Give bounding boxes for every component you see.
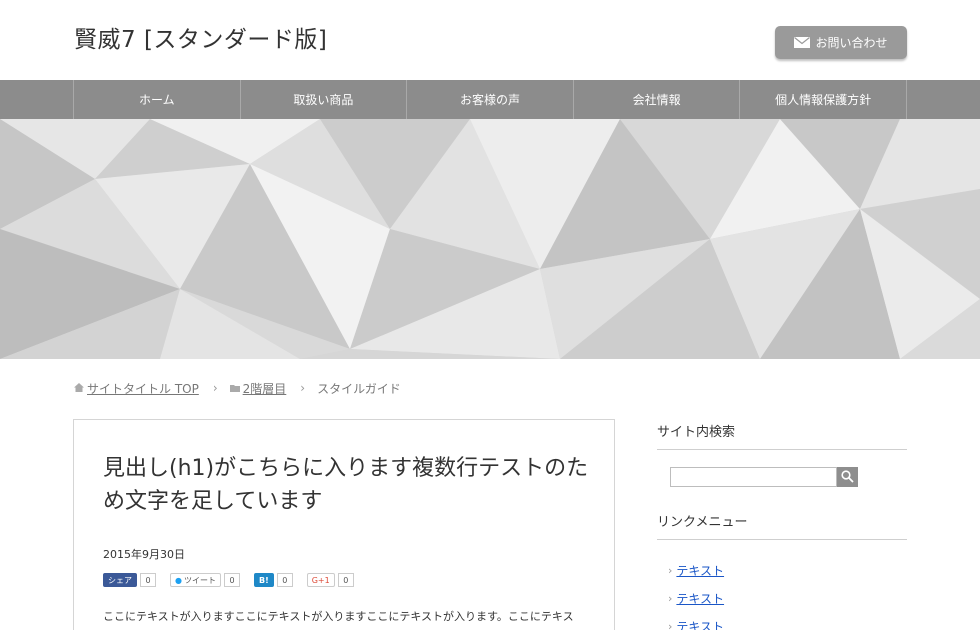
nav-item-label: お客様の声: [459, 93, 520, 107]
share-count: 0: [337, 573, 354, 587]
share-label: ツイート: [183, 575, 216, 585]
google-plus-button[interactable]: G+1 0: [306, 573, 354, 587]
chevron-right-icon: ›: [668, 591, 673, 605]
share-count: 0: [223, 573, 240, 587]
facebook-share-button[interactable]: シェア 0: [103, 573, 156, 587]
nav-item-voices[interactable]: お客様の声: [407, 80, 574, 119]
chevron-right-icon: ›: [300, 381, 306, 395]
home-icon: [74, 381, 84, 395]
chevron-right-icon: ›: [212, 381, 218, 395]
article-date: 2015年9月30日: [103, 548, 185, 561]
nav-item-label: 取扱い商品: [293, 93, 354, 107]
share-count: 0: [140, 573, 156, 587]
global-nav: ホーム 取扱い商品 お客様の声 会社情報 個人情報保護方針: [0, 80, 980, 119]
share-buttons: シェア 0 ● ツイート 0 B! 0 G+1 0: [103, 573, 354, 587]
hatena-bookmark-button[interactable]: B! 0: [253, 573, 293, 587]
hero-image: [0, 119, 980, 359]
folder-icon: [229, 381, 240, 395]
link-menu: › テキスト › テキスト › テキスト: [668, 556, 724, 630]
main-article: 見出し(h1)がこちらに入ります複数行テストのため文字を足しています 2015年…: [73, 419, 615, 630]
list-item: › テキスト: [668, 584, 724, 612]
share-count: 0: [276, 573, 293, 587]
list-item: › テキスト: [668, 556, 724, 584]
share-label: G+1: [311, 575, 330, 585]
contact-button-label: お問い合わせ: [815, 36, 888, 50]
site-title[interactable]: 賢威7 [スタンダード版]: [74, 20, 327, 54]
chevron-right-icon: ›: [668, 619, 673, 630]
chevron-right-icon: ›: [668, 563, 673, 577]
nav-item-home[interactable]: ホーム: [74, 80, 241, 119]
sidebar-link-heading: リンクメニュー: [657, 511, 907, 540]
nav-item-label: ホーム: [138, 93, 175, 107]
twitter-share-button[interactable]: ● ツイート 0: [170, 573, 240, 587]
nav-item-label: 会社情報: [632, 93, 681, 107]
share-label: シェア: [108, 575, 132, 585]
search-button[interactable]: [837, 467, 858, 487]
breadcrumb-level2-link[interactable]: 2階層目: [243, 380, 287, 397]
nav-item-products[interactable]: 取扱い商品: [241, 80, 408, 119]
mail-icon: [794, 37, 811, 48]
breadcrumb-current: スタイルガイド: [317, 381, 401, 396]
search-input[interactable]: [670, 467, 837, 487]
sidebar-link[interactable]: テキスト: [676, 562, 724, 579]
facebook-icon: シェア: [103, 573, 137, 587]
article-title: 見出し(h1)がこちらに入ります複数行テストのため文字を足しています: [103, 456, 589, 514]
twitter-icon: ● ツイート: [170, 573, 221, 587]
breadcrumb-home-link[interactable]: サイトタイトル TOP: [87, 380, 199, 397]
nav-item-company[interactable]: 会社情報: [574, 80, 741, 119]
sidebar-link[interactable]: テキスト: [676, 590, 724, 607]
sidebar-search-heading: サイト内検索: [657, 421, 907, 450]
share-label: B!: [258, 575, 269, 585]
google-plus-icon: G+1: [306, 573, 335, 587]
contact-button[interactable]: お問い合わせ: [775, 26, 907, 59]
hatena-icon: B!: [253, 573, 274, 587]
article-body-text: ここにテキストが入りますここにテキストが入りますここにテキストが入ります。ここに…: [103, 610, 574, 623]
sidebar-link[interactable]: テキスト: [676, 618, 724, 630]
nav-item-label: 個人情報保護方針: [775, 93, 872, 107]
list-item: › テキスト: [668, 612, 724, 630]
nav-item-privacy[interactable]: 個人情報保護方針: [740, 80, 907, 119]
breadcrumb: サイトタイトル TOP › 2階層目 › スタイルガイド: [74, 380, 401, 396]
site-search: [670, 467, 858, 487]
search-icon: [841, 468, 854, 487]
